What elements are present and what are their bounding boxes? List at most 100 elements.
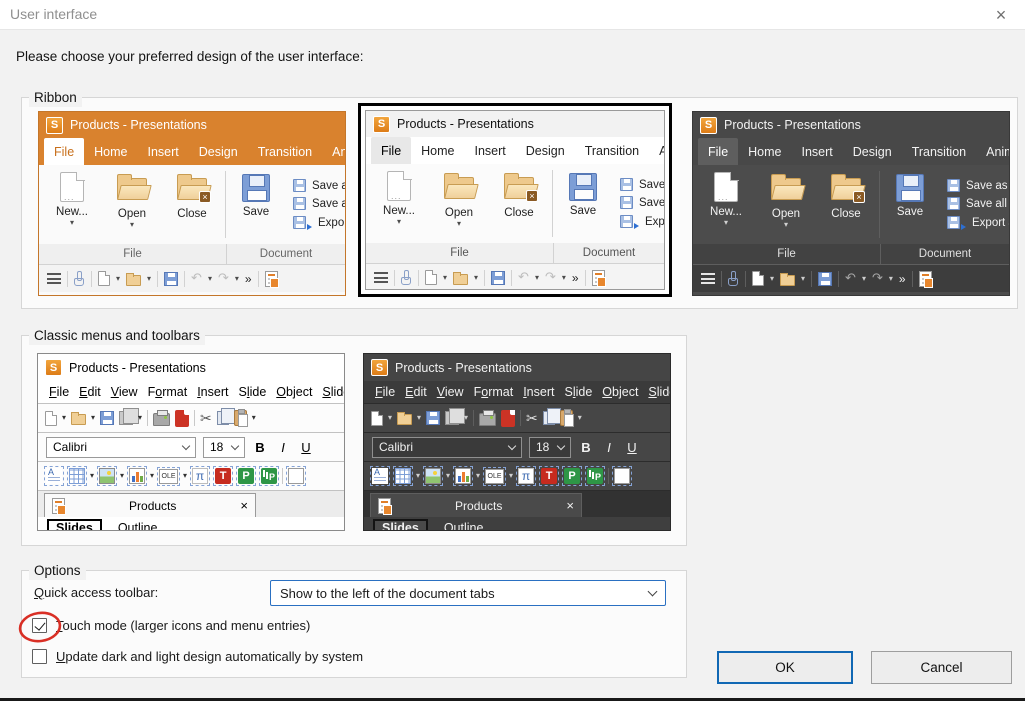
view-tab-outline: Outline (118, 521, 158, 531)
ribbon-preview-dark[interactable]: S Products - Presentations File Home Ins… (692, 111, 1010, 296)
chevron-down-icon (182, 441, 190, 449)
menu-file: File (370, 385, 400, 399)
classic-preview-light[interactable]: S Products - Presentations File Edit Vie… (37, 353, 345, 531)
document-tab: Products × (370, 493, 582, 517)
document-tab-label: Products (65, 499, 240, 513)
ribbon-preview-colored[interactable]: S Products - Presentations File Home Ins… (38, 111, 346, 296)
menu-slide: Slide (559, 385, 597, 399)
separator (511, 270, 512, 286)
separator (147, 410, 148, 426)
separator (473, 410, 474, 426)
dropdown-icon: ▾ (116, 275, 120, 283)
dropdown-icon: ▾ (150, 472, 154, 480)
app-title: Products - Presentations (724, 118, 861, 132)
app-title: Products - Presentations (69, 361, 206, 375)
export-arrow-icon (307, 224, 312, 230)
tab-home: Home (738, 138, 791, 165)
export-as-item: Export as▾ (293, 215, 346, 230)
separator (838, 271, 839, 287)
table-icon (67, 466, 87, 486)
menu-slideshow: Slide Show (317, 385, 345, 399)
cut-icon: ✂ (200, 410, 212, 426)
separator (394, 270, 395, 286)
menu-edit: Edit (74, 385, 106, 399)
quick-access-select[interactable]: Show to the left of the document tabs (270, 580, 666, 606)
standard-toolbar: ▾ ▾ ▾ ✂ ▾ (364, 404, 670, 433)
ribbon-group-labels: File Document (693, 244, 1009, 264)
save-all-item: Save all (947, 197, 1010, 210)
tab-close-icon: × (240, 498, 248, 513)
partial-icon (612, 466, 632, 486)
close-document-icon: × (831, 178, 861, 200)
font-size-combo: 18 (203, 437, 245, 458)
dropdown-icon: ▾ (147, 275, 151, 283)
app-logo-icon: S (46, 117, 63, 134)
view-tab-slides: Slides (373, 519, 428, 531)
ribbon-group-labels: File Document (366, 243, 664, 263)
copy-icon (543, 411, 555, 425)
separator (721, 271, 722, 287)
close-icon[interactable]: × (987, 2, 1015, 28)
formula-icon: π (190, 466, 210, 486)
dropdown-icon: ▾ (417, 414, 421, 422)
auto-design-label[interactable]: Update dark and light design automatical… (56, 649, 363, 664)
bold-button: B (252, 440, 268, 455)
document-tab-bar: Products × (38, 491, 344, 517)
separator (91, 271, 92, 287)
touch-mode-label[interactable]: Touch mode (larger icons and menu entrie… (56, 618, 310, 633)
ribbon-tab-bar: File Home Insert Design Transition Anima… (693, 138, 1009, 165)
save-all-item: Save all (293, 197, 346, 210)
document-tab-icon (52, 498, 65, 514)
open-folder-icon (444, 177, 474, 199)
dropdown-icon: ▾ (91, 414, 95, 422)
dropdown-icon: ▾ (535, 274, 539, 282)
auto-design-checkbox[interactable] (32, 649, 47, 664)
open-label: Open (118, 208, 146, 220)
close-label: Close (177, 208, 206, 220)
document-icon (592, 270, 605, 286)
close-badge-icon: × (526, 190, 538, 202)
document-tab-bar: Products × (364, 491, 670, 517)
font-size-combo: 18 (529, 437, 571, 458)
ok-button[interactable]: OK (717, 651, 853, 684)
tab-file: File (698, 138, 738, 165)
chart-frame-icon: P (259, 466, 279, 486)
touch-mode-checkbox[interactable] (32, 618, 47, 633)
dropdown-icon: ▾ (464, 414, 468, 422)
chevron-down-icon (648, 586, 658, 596)
dropdown-icon: ▾ (416, 472, 420, 480)
cancel-button[interactable]: Cancel (871, 651, 1012, 684)
ribbon-preview-light-selected[interactable]: S Products - Presentations File Home Ins… (358, 103, 672, 297)
partial-icon (286, 466, 306, 486)
open-folder-icon (126, 275, 141, 286)
touch-pointer-icon (74, 271, 85, 286)
dropdown-icon: ▾ (90, 472, 94, 480)
save-label: Save (243, 206, 269, 218)
paste-icon (234, 410, 247, 426)
quick-access-toolbar: ▾ ▾ ↶▾ ↷▾ » (693, 264, 1009, 292)
open-button: Open▾ (756, 165, 816, 244)
new-button: New...▾ (369, 164, 429, 243)
app-logo-icon: S (45, 359, 62, 376)
dropdown-icon: ▾ (70, 219, 74, 227)
separator (258, 271, 259, 287)
separator (225, 171, 226, 238)
bold-button: B (578, 440, 594, 455)
new-document-icon (714, 172, 738, 202)
chart-icon (127, 466, 147, 486)
classic-group: Classic menus and toolbars S Products - … (21, 335, 687, 546)
tab-animations: Animations (322, 138, 346, 165)
tab-transition: Transition (248, 138, 322, 165)
menu-format: Format (143, 385, 193, 399)
classic-preview-dark[interactable]: S Products - Presentations File Edit Vie… (363, 353, 671, 531)
save-as-icon (620, 178, 633, 191)
save-icon (818, 272, 832, 286)
menu-view: View (106, 385, 143, 399)
save-button: Save (556, 164, 610, 243)
tab-transition: Transition (575, 137, 649, 164)
menu-format: Format (469, 385, 519, 399)
ribbon-group: Ribbon S Products - Presentations File H… (21, 97, 1018, 309)
touch-pointer-icon (728, 271, 739, 286)
dropdown-icon: ▾ (562, 274, 566, 282)
dropdown-icon: ▾ (138, 414, 142, 422)
